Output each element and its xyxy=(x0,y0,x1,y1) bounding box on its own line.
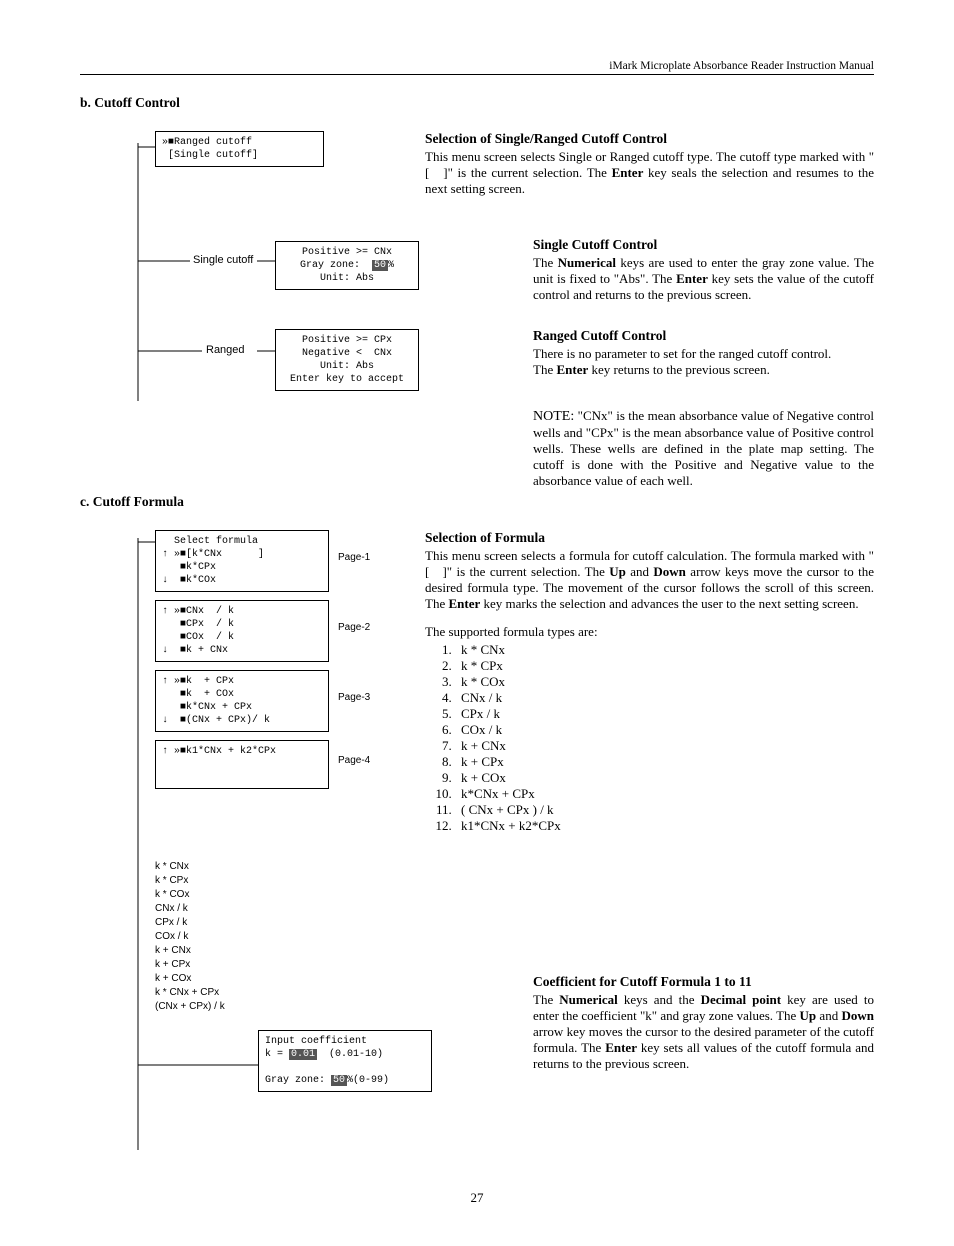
section-b-diagram: »■Ranged cutoff [Single cutoff] Single c… xyxy=(80,131,425,489)
ranged-cutoff-body2: The Enter key returns to the previous sc… xyxy=(533,362,874,378)
coeff-body: The Numerical keys and the Decimal point… xyxy=(533,992,874,1072)
formula-2: k * CPx xyxy=(455,658,874,674)
formula-list: k * CNx k * CPx k * COx CNx / k CPx / k … xyxy=(455,642,874,834)
section-c-title: c. Cutoff Formula xyxy=(80,494,874,510)
page2-box: ↑ »■CNx / k ■CPx / k ■COx / k ↓ ■k + CNx xyxy=(155,600,329,662)
page4-box: ↑ »■k1*CNx + k2*CPx xyxy=(155,740,329,789)
formula-5: CPx / k xyxy=(455,706,874,722)
page1-box: Select formula ↑ »■[k*CNx ] ■k*CPx ↓ ■k*… xyxy=(155,530,329,592)
single-cutoff-body: The Numerical keys are used to enter the… xyxy=(533,255,874,303)
formula-7: k + CNx xyxy=(455,738,874,754)
ranged-cutoff-head: Ranged Cutoff Control xyxy=(533,328,874,344)
page2-label: Page-2 xyxy=(338,622,370,633)
menu-box-ranged-single: »■Ranged cutoff [Single cutoff] xyxy=(155,131,324,167)
section-c-diagram: Select formula ↑ »■[k*CNx ] ■k*CPx ↓ ■k*… xyxy=(80,530,425,1150)
section-c-text: Selection of Formula This menu screen se… xyxy=(425,530,874,1150)
section-b-text: Selection of Single/Ranged Cutoff Contro… xyxy=(425,131,874,489)
ranged-box: Positive >= CPx Negative < CNx Unit: Abs… xyxy=(275,329,419,391)
single-cutoff-box: Positive >= CNx Gray zone: 50% Unit: Abs xyxy=(275,241,419,290)
coeff-head: Coefficient for Cutoff Formula 1 to 11 xyxy=(533,974,874,990)
formula-3: k * COx xyxy=(455,674,874,690)
page1-label: Page-1 xyxy=(338,552,370,563)
coeff-box: Input coefficient k = 0.01 (0.01-10) Gra… xyxy=(258,1030,432,1092)
formula-list-intro: The supported formula types are: xyxy=(425,624,874,640)
section-b-title: b. Cutoff Control xyxy=(80,95,874,111)
page-number: 27 xyxy=(80,1190,874,1206)
single-cutoff-head: Single Cutoff Control xyxy=(533,237,874,253)
sel-formula-head: Selection of Formula xyxy=(425,530,874,546)
page3-box: ↑ »■k + CPx ■k + COx ■k*CNx + CPx ↓ ■(CN… xyxy=(155,670,329,732)
sel-formula-body: This menu screen selects a formula for c… xyxy=(425,548,874,612)
formula-8: k + CPx xyxy=(455,754,874,770)
formula-9: k + COx xyxy=(455,770,874,786)
note-block: NOTE: "CNx" is the mean absorbance value… xyxy=(533,408,874,489)
page4-label: Page-4 xyxy=(338,755,370,766)
page3-label: Page-3 xyxy=(338,692,370,703)
formula-11: ( CNx + CPx ) / k xyxy=(455,802,874,818)
formula-4: CNx / k xyxy=(455,690,874,706)
single-cutoff-label: Single cutoff xyxy=(192,253,287,267)
formula-12: k1*CNx + k2*CPx xyxy=(455,818,874,834)
page-header: iMark Microplate Absorbance Reader Instr… xyxy=(80,60,874,75)
formula-10: k*CNx + CPx xyxy=(455,786,874,802)
sel-single-ranged-body: This menu screen selects Single or Range… xyxy=(425,149,874,197)
formula-1: k * CNx xyxy=(455,642,874,658)
ranged-cutoff-body1: There is no parameter to set for the ran… xyxy=(533,346,874,362)
sel-single-ranged-head: Selection of Single/Ranged Cutoff Contro… xyxy=(425,131,874,147)
formula-short-list: k * CNx k * CPx k * COx CNx / k CPx / k … xyxy=(155,860,225,1014)
formula-6: COx / k xyxy=(455,722,874,738)
